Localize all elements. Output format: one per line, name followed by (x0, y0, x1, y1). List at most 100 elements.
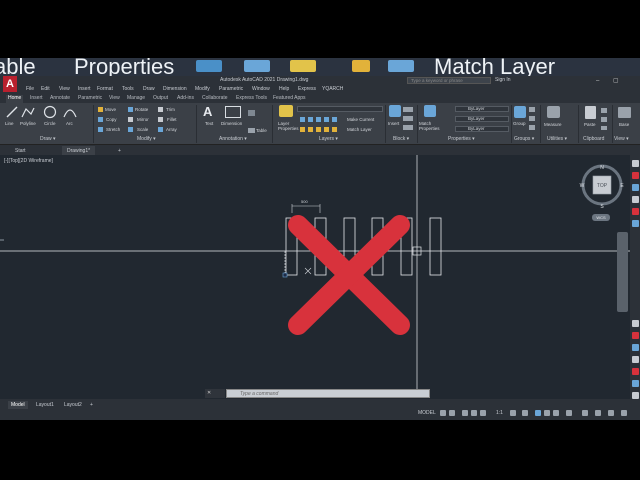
menu-edit[interactable]: Edit (41, 86, 50, 92)
tab-insert[interactable]: Insert (28, 95, 45, 101)
rotate-icon[interactable] (128, 107, 133, 112)
palette-tool-icon[interactable] (632, 356, 639, 363)
stretch-label[interactable]: Stretch (106, 127, 120, 132)
scale-icon[interactable] (128, 127, 133, 132)
palette-tool-icon[interactable] (632, 332, 639, 339)
isolate-objects-icon[interactable] (566, 410, 572, 416)
layer-tools-icons[interactable] (300, 117, 338, 122)
measure-icon[interactable] (547, 106, 560, 118)
palette-tool-icon[interactable] (632, 344, 639, 351)
menu-parametric[interactable]: Parametric (219, 86, 243, 92)
rotate-label[interactable]: Rotate (135, 107, 148, 112)
polar-icon[interactable] (471, 410, 477, 416)
properties-panel-title[interactable]: Properties ▾ (448, 136, 475, 142)
sign-in-link[interactable]: Sign In (495, 77, 511, 83)
array-label[interactable]: Array (166, 127, 177, 132)
layer-properties-icon[interactable] (279, 105, 293, 117)
move-icon[interactable] (98, 107, 103, 112)
workspace-icon[interactable] (510, 410, 516, 416)
stretch-icon[interactable] (98, 127, 103, 132)
block-tools-icons[interactable] (403, 107, 413, 131)
draw-panel-title[interactable]: Draw ▾ (40, 136, 56, 142)
line-icon[interactable] (6, 106, 18, 118)
tab-express-tools[interactable]: Express Tools (234, 95, 269, 101)
tab-annotate[interactable]: Annotate (48, 95, 72, 101)
tab-featured-apps[interactable]: Featured Apps (271, 95, 308, 101)
scale-label[interactable]: Scale (137, 127, 148, 132)
file-tab-drawing1[interactable]: Drawing1* (62, 146, 96, 155)
lineweight-dropdown[interactable]: ByLayer (455, 126, 509, 132)
menu-express[interactable]: Express (298, 86, 316, 92)
groups-panel-title[interactable]: Groups ▾ (514, 136, 534, 142)
base-view-icon[interactable] (618, 107, 631, 118)
tab-view[interactable]: View (107, 95, 122, 101)
tab-model[interactable]: Model (8, 401, 28, 409)
palette-tool-icon[interactable] (632, 172, 639, 179)
view-panel-title[interactable]: View ▾ (614, 136, 629, 142)
utilities-panel-title[interactable]: Utilities ▾ (547, 136, 567, 142)
clean-screen-icon[interactable] (608, 410, 614, 416)
insert-block-icon[interactable] (389, 105, 401, 117)
palette-tool-icon[interactable] (632, 160, 639, 167)
hardware-acceleration-icon[interactable] (582, 410, 588, 416)
block-panel-title[interactable]: Block ▾ (393, 136, 409, 142)
modify-panel-title[interactable]: Modify ▾ (137, 136, 156, 142)
palette-tool-icon[interactable] (632, 320, 639, 327)
osnap-icon[interactable] (480, 410, 486, 416)
file-tab-start[interactable]: Start (10, 146, 31, 155)
menu-window[interactable]: Window (252, 86, 270, 92)
tab-output[interactable]: Output (151, 95, 170, 101)
circle-icon[interactable] (43, 105, 57, 119)
tab-layout2[interactable]: Layout2 (61, 401, 85, 409)
units-icon[interactable] (535, 410, 541, 416)
menu-format[interactable]: Format (97, 86, 113, 92)
palette-tool-icon[interactable] (632, 184, 639, 191)
palette-tool-icon[interactable] (632, 380, 639, 387)
match-layer-button[interactable]: Match Layer (347, 127, 372, 132)
table-icon[interactable] (248, 128, 255, 133)
group-icon[interactable] (514, 106, 526, 118)
dimension-icon[interactable] (225, 106, 241, 118)
tab-parametric[interactable]: Parametric (76, 95, 104, 101)
trim-icon[interactable] (158, 107, 163, 112)
mirror-label[interactable]: Mirror (137, 117, 149, 122)
customization-menu-icon[interactable] (621, 410, 627, 416)
copy-icon[interactable] (98, 117, 103, 122)
layer-dropdown[interactable] (297, 106, 383, 112)
add-layout-button[interactable]: + (87, 401, 96, 409)
array-icon[interactable] (158, 127, 163, 132)
model-space-toggle[interactable]: MODEL (418, 410, 436, 416)
group-tools-icons[interactable] (529, 107, 535, 131)
text-icon[interactable]: A (203, 104, 212, 119)
annotation-panel-title[interactable]: Annotation ▾ (219, 136, 247, 142)
color-dropdown[interactable]: ByLayer (455, 106, 509, 112)
clipboard-tools-icons[interactable] (601, 108, 607, 130)
menu-view[interactable]: View (59, 86, 70, 92)
menu-modify[interactable]: Modify (195, 86, 210, 92)
fillet-label[interactable]: Fillet (167, 117, 177, 122)
ortho-icon[interactable] (462, 410, 468, 416)
layer-tools-icons-2[interactable] (300, 127, 338, 132)
search-input[interactable]: Type a keyword or phrase (407, 77, 491, 84)
menu-tools[interactable]: Tools (122, 86, 134, 92)
polyline-icon[interactable] (21, 106, 35, 118)
paste-icon[interactable] (585, 106, 596, 119)
menu-draw[interactable]: Draw (143, 86, 155, 92)
wcs-button[interactable]: WCS (592, 214, 610, 221)
snap-icon[interactable] (449, 410, 455, 416)
palette-tool-icon[interactable] (632, 208, 639, 215)
tab-layout1[interactable]: Layout1 (33, 401, 57, 409)
menu-dimension[interactable]: Dimension (163, 86, 187, 92)
linetype-dropdown[interactable]: ByLayer (455, 116, 509, 122)
clipboard-panel-title[interactable]: Clipboard (583, 136, 604, 142)
lock-ui-icon[interactable] (553, 410, 559, 416)
match-properties-icon[interactable] (424, 105, 436, 117)
copy-label[interactable]: Copy (106, 117, 117, 122)
viewcube[interactable]: TOP N S E W (578, 163, 626, 211)
move-label[interactable]: Move (105, 107, 116, 112)
annotation-tool-icon[interactable] (248, 110, 255, 116)
arc-icon[interactable] (63, 106, 77, 118)
annotation-monitor-icon[interactable] (522, 410, 528, 416)
table-label[interactable]: Table (256, 128, 267, 133)
trim-label[interactable]: Trim (166, 107, 175, 112)
